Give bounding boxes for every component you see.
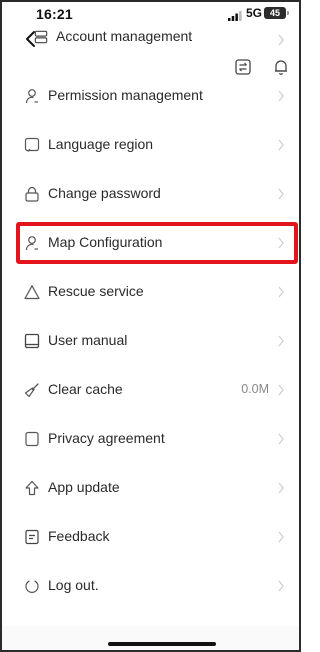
settings-item-account-management[interactable]: Account management (2, 28, 299, 50)
battery-icon: 45 (264, 7, 289, 19)
settings-item-label: Rescue service (48, 283, 144, 299)
feedback-icon (25, 529, 39, 545)
settings-item-label: Clear cache (48, 381, 123, 397)
back-icon[interactable] (22, 30, 40, 48)
chevron-right-icon (278, 482, 284, 494)
chevron-right-icon (278, 580, 284, 592)
chevron-right-icon (278, 335, 284, 347)
settings-item-privacy-agreement[interactable]: Privacy agreement (2, 418, 299, 462)
settings-item-label: Language region (48, 136, 154, 152)
person-icon (25, 89, 38, 104)
settings-item-change-password[interactable]: Change password (2, 173, 299, 217)
book-icon (24, 333, 40, 349)
bell-icon[interactable] (272, 58, 290, 76)
highlight-box (16, 222, 298, 264)
switch-icon[interactable] (234, 58, 252, 76)
settings-item-feedback[interactable]: Feedback (2, 516, 299, 560)
upload-arrow-icon (25, 480, 39, 496)
signal-icon (228, 11, 242, 21)
chevron-right-icon (278, 90, 284, 102)
settings-item-clear-cache[interactable]: Clear cache 0.0M (2, 369, 299, 413)
chevron-right-icon (278, 384, 284, 396)
broom-icon (24, 383, 39, 398)
settings-item-label: App update (48, 479, 120, 495)
app-screen: 16:21 5G 45 Account management Permissio… (0, 0, 301, 652)
status-bar: 16:21 5G 45 (2, 2, 299, 28)
settings-item-app-update[interactable]: App update (2, 467, 299, 511)
home-indicator[interactable] (108, 642, 216, 646)
cache-size-value: 0.0M (241, 382, 269, 396)
status-time: 16:21 (36, 6, 73, 22)
settings-item-label: Log out. (48, 577, 99, 593)
chevron-right-icon (278, 286, 284, 298)
settings-item-label: User manual (48, 332, 128, 348)
chevron-right-icon (278, 188, 284, 200)
settings-item-label: Feedback (48, 528, 110, 544)
settings-item-label: Permission management (48, 87, 203, 103)
settings-item-log-out[interactable]: Log out. (2, 565, 299, 609)
chevron-right-icon (278, 433, 284, 445)
settings-item-rescue-service[interactable]: Rescue service (2, 271, 299, 315)
document-icon (25, 431, 39, 447)
chevron-right-icon (278, 139, 284, 151)
settings-item-permission-management[interactable]: Permission management (2, 75, 299, 119)
lock-icon (25, 186, 39, 202)
settings-item-label: Change password (48, 185, 161, 201)
chevron-right-icon (278, 34, 284, 46)
network-label: 5G (246, 6, 263, 20)
power-icon (25, 580, 39, 593)
settings-item-label: Account management (56, 28, 193, 44)
language-icon (24, 137, 40, 152)
settings-item-language-region[interactable]: Language region (2, 124, 299, 168)
warning-triangle-icon (24, 285, 40, 300)
settings-item-label: Privacy agreement (48, 430, 165, 446)
bottom-bar (2, 626, 299, 650)
settings-item-user-manual[interactable]: User manual (2, 320, 299, 364)
chevron-right-icon (278, 531, 284, 543)
